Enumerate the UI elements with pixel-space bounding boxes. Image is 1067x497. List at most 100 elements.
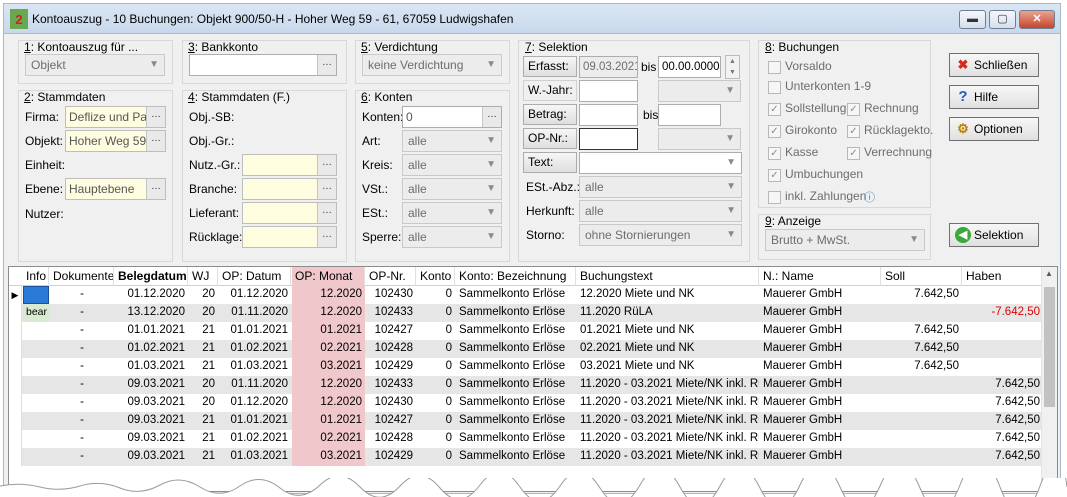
browse-icon[interactable]: … bbox=[317, 155, 336, 175]
konten-field[interactable]: 0… bbox=[402, 106, 502, 128]
maximize-button[interactable]: ▢ bbox=[989, 10, 1016, 29]
checkbox-9[interactable] bbox=[768, 191, 781, 204]
kontoauszug-select[interactable]: Objekt ▼ bbox=[25, 54, 165, 76]
checkbox-2[interactable]: ✓ bbox=[768, 103, 781, 116]
column-header-haben[interactable]: Haben bbox=[963, 267, 1043, 286]
table-row[interactable]: ▶ - 01.12.2020 20 01.12.2020 12.2020 102430 0 Sa… bbox=[9, 286, 1043, 304]
column-header-dok[interactable]: Dokumente bbox=[50, 267, 114, 286]
scroll-thumb[interactable] bbox=[1044, 287, 1055, 407]
betrag-to-field[interactable] bbox=[658, 104, 721, 126]
row-selector[interactable] bbox=[9, 376, 22, 394]
vertical-scrollbar[interactable]: ▲ bbox=[1041, 267, 1057, 491]
wjahr-button[interactable]: W.-Jahr: bbox=[523, 80, 577, 101]
checkbox-6[interactable]: ✓ bbox=[768, 147, 781, 160]
browse-icon[interactable]: … bbox=[317, 227, 336, 247]
column-header-opd[interactable]: OP: Datum bbox=[219, 267, 291, 286]
checkbox-1[interactable] bbox=[768, 81, 781, 94]
erfasst-button[interactable]: Erfasst: bbox=[523, 56, 577, 77]
erfasst-to-field[interactable]: 00.00.0000 bbox=[658, 56, 721, 78]
minimize-button[interactable]: ▬ bbox=[959, 10, 986, 29]
verdichtung-select[interactable]: keine Verdichtung ▼ bbox=[362, 54, 502, 76]
vst-select[interactable]: alle ▼ bbox=[402, 178, 502, 200]
text-select[interactable]: ▼ bbox=[579, 152, 742, 174]
help-button[interactable]: ? Hilfe bbox=[949, 85, 1039, 109]
ruecklage-field[interactable]: … bbox=[242, 226, 337, 248]
betrag-button[interactable]: Betrag: bbox=[523, 104, 577, 125]
text-button[interactable]: Text: bbox=[523, 152, 577, 173]
table-row[interactable]: - 09.03.2021 20 01.11.2020 12.2020 102433 0 Sam… bbox=[9, 376, 1043, 394]
column-header-info[interactable]: Info bbox=[23, 267, 49, 286]
close-button[interactable]: ✕ bbox=[1019, 10, 1055, 29]
browse-icon[interactable]: … bbox=[317, 55, 336, 75]
row-selector[interactable] bbox=[9, 340, 22, 358]
checkbox-8[interactable]: ✓ bbox=[768, 169, 781, 182]
ebene-field[interactable]: Hauptebene… bbox=[65, 178, 166, 200]
row-selector[interactable] bbox=[9, 394, 22, 412]
opnr-field[interactable] bbox=[579, 128, 638, 150]
column-header-name[interactable]: N.: Name bbox=[760, 267, 881, 286]
row-selector[interactable] bbox=[9, 448, 22, 466]
browse-icon[interactable]: … bbox=[146, 107, 165, 127]
sperre-select[interactable]: alle ▼ bbox=[402, 226, 502, 248]
row-selector[interactable] bbox=[9, 358, 22, 376]
info-icon[interactable]: ⓘ bbox=[864, 189, 875, 205]
est-abz-select[interactable]: alle ▼ bbox=[579, 176, 742, 198]
row-selector[interactable]: ▶ bbox=[9, 286, 22, 304]
cell-opnr: 102427 bbox=[374, 324, 413, 336]
close-dialog-button[interactable]: ✖ Schließen bbox=[949, 53, 1039, 77]
checkbox-7[interactable]: ✓ bbox=[847, 147, 860, 160]
anzeige-select[interactable]: Brutto + MwSt. ▼ bbox=[765, 229, 925, 251]
branche-field[interactable]: … bbox=[242, 178, 337, 200]
row-selector[interactable] bbox=[9, 322, 22, 340]
table-row[interactable]: - 09.03.2021 21 01.02.2021 02.2021 102428 0 Sam… bbox=[9, 430, 1043, 448]
cell-dok: - bbox=[80, 306, 84, 318]
table-row[interactable]: - 01.03.2021 21 01.03.2021 03.2021 102429 0 Sam… bbox=[9, 358, 1043, 376]
table-row[interactable]: - 09.03.2021 21 01.03.2021 03.2021 102429 0 Sam… bbox=[9, 448, 1043, 466]
nutz-gr-field[interactable]: … bbox=[242, 154, 337, 176]
options-button[interactable]: ⚙ Optionen bbox=[949, 117, 1039, 141]
firma-field[interactable]: Deflize und Part… bbox=[65, 106, 166, 128]
table-row[interactable]: - 09.03.2021 21 01.01.2021 01.2021 102427 0 Sam… bbox=[9, 412, 1043, 430]
column-header-beleg[interactable]: Belegdatum bbox=[115, 267, 188, 286]
table-row[interactable]: - 01.02.2021 21 01.02.2021 02.2021 102428 0 Sam… bbox=[9, 340, 1043, 358]
column-header-bez[interactable]: Konto: Bezeichnung bbox=[456, 267, 576, 286]
table-row[interactable]: - 01.01.2021 21 01.01.2021 01.2021 102427 0 Sam… bbox=[9, 322, 1043, 340]
art-select[interactable]: alle ▼ bbox=[402, 130, 502, 152]
betrag-from-field[interactable] bbox=[579, 104, 638, 126]
checkbox-5[interactable]: ✓ bbox=[847, 125, 860, 138]
table-row[interactable]: - 09.03.2021 20 01.12.2020 12.2020 102430 0 Sam… bbox=[9, 394, 1043, 412]
storno-select[interactable]: ohne Stornierungen ▼ bbox=[579, 224, 742, 246]
table-row[interactable]: bear - 13.12.2020 20 01.11.2020 12.2020 102433… bbox=[9, 304, 1043, 322]
browse-icon[interactable]: … bbox=[317, 179, 336, 199]
est-select[interactable]: alle ▼ bbox=[402, 202, 502, 224]
opnr-select[interactable]: ▼ bbox=[658, 128, 741, 150]
objekt-field[interactable]: Hoher Weg 59 -… bbox=[65, 130, 166, 152]
column-header-opm[interactable]: OP: Monat bbox=[292, 267, 365, 286]
row-selector[interactable] bbox=[9, 304, 22, 322]
checkbox-3[interactable]: ✓ bbox=[847, 103, 860, 116]
checkbox-0[interactable] bbox=[768, 61, 781, 74]
column-header-opnr[interactable]: OP-Nr. bbox=[366, 267, 416, 286]
erfasst-from-field[interactable]: 09.03.2021 bbox=[579, 56, 638, 78]
herkunft-select[interactable]: alle ▼ bbox=[579, 200, 742, 222]
kreis-select[interactable]: alle ▼ bbox=[402, 154, 502, 176]
browse-icon[interactable]: … bbox=[482, 107, 501, 127]
opnr-button[interactable]: OP-Nr.: bbox=[523, 128, 577, 149]
row-selector[interactable] bbox=[9, 412, 22, 430]
checkbox-4[interactable]: ✓ bbox=[768, 125, 781, 138]
browse-icon[interactable]: … bbox=[146, 131, 165, 151]
wjahr-select[interactable]: ▼ bbox=[658, 80, 741, 102]
column-header-soll[interactable]: Soll bbox=[882, 267, 962, 286]
column-header-text[interactable]: Buchungstext bbox=[577, 267, 759, 286]
spin-arrows-icon[interactable]: ▲ ▼ bbox=[725, 55, 740, 79]
wjahr-field[interactable] bbox=[579, 80, 638, 102]
browse-icon[interactable]: … bbox=[317, 203, 336, 223]
browse-icon[interactable]: … bbox=[146, 179, 165, 199]
scroll-up-icon[interactable]: ▲ bbox=[1045, 269, 1053, 278]
bankkonto-field[interactable]: … bbox=[189, 54, 337, 76]
lieferant-field[interactable]: … bbox=[242, 202, 337, 224]
selektion-button[interactable]: ◀ Selektion bbox=[949, 223, 1039, 247]
column-header-wj[interactable]: WJ bbox=[189, 267, 218, 286]
row-selector[interactable] bbox=[9, 430, 22, 448]
column-header-konto[interactable]: Konto bbox=[417, 267, 455, 286]
